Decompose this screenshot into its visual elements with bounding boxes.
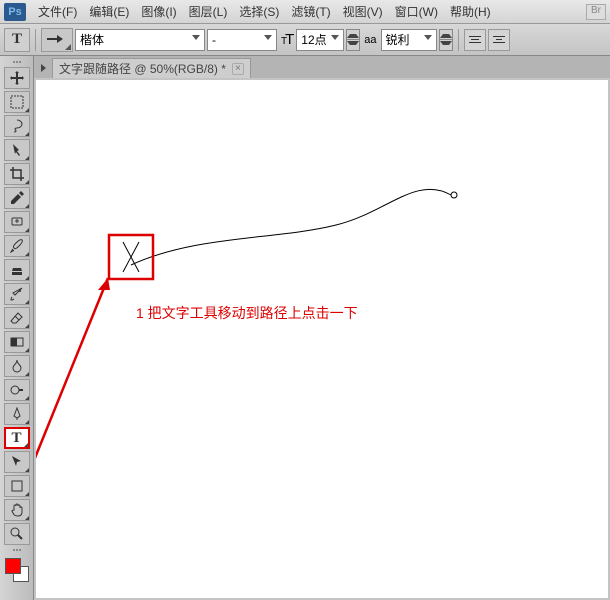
dodge-tool[interactable] <box>4 379 30 401</box>
antialias-dropdown[interactable]: 锐利 <box>381 29 437 51</box>
canvas[interactable]: 1 把文字工具移动到路径上点击一下 <box>36 80 608 598</box>
blur-tool[interactable] <box>4 355 30 377</box>
menu-filter[interactable]: 滤镜(T) <box>285 3 336 20</box>
ps-logo: Ps <box>4 3 26 21</box>
options-bar: T 楷体 - TT 12点 aa 锐利 <box>0 24 610 56</box>
gradient-tool[interactable] <box>4 331 30 353</box>
menu-image[interactable]: 图像(I) <box>135 3 182 20</box>
menu-help[interactable]: 帮助(H) <box>444 3 497 20</box>
shape-tool[interactable] <box>4 475 30 497</box>
font-size-input[interactable]: 12点 <box>296 29 344 51</box>
font-size-value: 12点 <box>301 31 326 48</box>
move-tool[interactable] <box>4 67 30 89</box>
eraser-tool[interactable] <box>4 307 30 329</box>
canvas-content <box>36 80 608 598</box>
font-family-dropdown[interactable]: 楷体 <box>75 29 205 51</box>
quick-select-tool[interactable] <box>4 139 30 161</box>
toolbox-grip[interactable] <box>4 58 30 66</box>
align-left-button[interactable] <box>464 29 486 51</box>
document-tab-bar: 文字跟随路径 @ 50%(RGB/8) * × <box>34 56 610 78</box>
annotation-text: 1 把文字工具移动到路径上点击一下 <box>136 303 358 323</box>
toolbox-divider <box>4 546 30 554</box>
hand-tool[interactable] <box>4 499 30 521</box>
marquee-tool[interactable] <box>4 91 30 113</box>
font-family-value: 楷体 <box>80 31 104 48</box>
clone-stamp-tool[interactable] <box>4 259 30 281</box>
crop-tool[interactable] <box>4 163 30 185</box>
menu-select[interactable]: 选择(S) <box>233 3 285 20</box>
antialias-value: 锐利 <box>386 31 410 48</box>
tool-preset-icon[interactable]: T <box>4 28 30 52</box>
healing-brush-tool[interactable] <box>4 211 30 233</box>
close-tab-icon[interactable]: × <box>232 63 244 75</box>
document-tab-title: 文字跟随路径 @ 50%(RGB/8) * <box>59 60 226 77</box>
collapse-icon[interactable] <box>40 58 50 78</box>
menu-edit[interactable]: 编辑(E) <box>83 3 135 20</box>
eyedropper-tool[interactable] <box>4 187 30 209</box>
menu-window[interactable]: 窗口(W) <box>389 3 444 20</box>
zoom-tool[interactable] <box>4 523 30 545</box>
bridge-button[interactable]: Br <box>586 4 606 20</box>
history-brush-tool[interactable] <box>4 283 30 305</box>
pen-tool[interactable] <box>4 403 30 425</box>
align-center-button[interactable] <box>488 29 510 51</box>
font-style-dropdown[interactable]: - <box>207 29 277 51</box>
type-tool[interactable]: T <box>4 427 30 449</box>
color-swatch[interactable] <box>5 558 29 582</box>
toolbox: T <box>0 56 34 600</box>
font-style-value: - <box>212 33 216 47</box>
brush-tool[interactable] <box>4 235 30 257</box>
text-orientation-toggle[interactable] <box>41 28 73 52</box>
size-icon: TT <box>281 31 292 48</box>
menu-layer[interactable]: 图层(L) <box>183 3 234 20</box>
lasso-tool[interactable] <box>4 115 30 137</box>
antialias-spinner[interactable] <box>439 29 453 51</box>
document-tab[interactable]: 文字跟随路径 @ 50%(RGB/8) * × <box>52 58 251 78</box>
menu-bar: Ps 文件(F) 编辑(E) 图像(I) 图层(L) 选择(S) 滤镜(T) 视… <box>0 0 610 24</box>
menu-view[interactable]: 视图(V) <box>337 3 389 20</box>
font-size-spinner[interactable] <box>346 29 360 51</box>
antialias-label: aa <box>364 34 376 46</box>
menu-file[interactable]: 文件(F) <box>32 3 83 20</box>
path-select-tool[interactable] <box>4 451 30 473</box>
